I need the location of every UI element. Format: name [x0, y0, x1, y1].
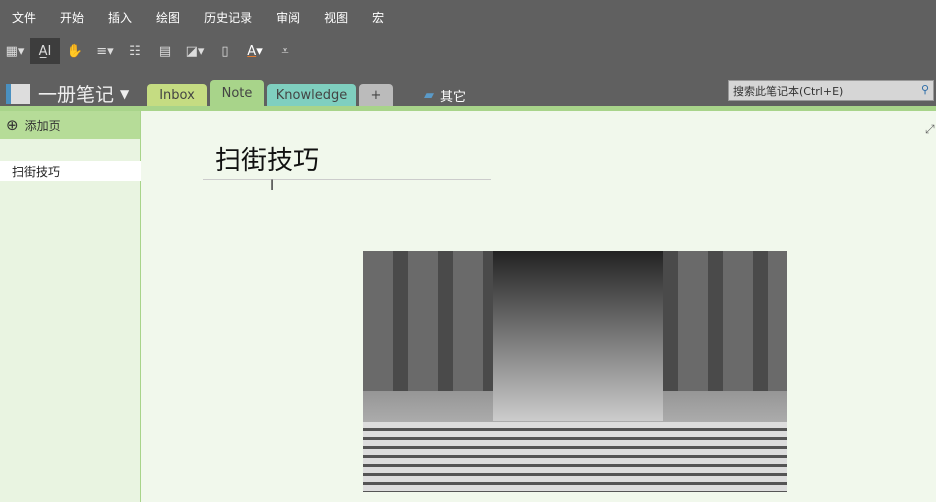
hand-icon[interactable]: ✋: [60, 38, 90, 64]
title-underline: [203, 179, 491, 180]
search-icon[interactable]: ⚲: [921, 83, 929, 98]
document-icon[interactable]: ▯: [210, 38, 240, 64]
page-title[interactable]: 扫街技巧: [215, 140, 319, 177]
toolbar: ▦▾ A̲I ✋ ≡▾ ☷ ▤ ◪▾ ▯ A ▾ ⩡: [0, 38, 300, 64]
other-notebooks[interactable]: ▰ 其它: [415, 84, 475, 106]
street-photo[interactable]: [363, 251, 787, 492]
expand-icon[interactable]: ⤢: [925, 122, 935, 137]
menu-insert[interactable]: 插入: [96, 9, 144, 26]
notebook-selector[interactable]: 一册笔记 ▼: [6, 80, 129, 107]
plus-circle-icon: ⊕: [6, 116, 19, 134]
photo-steps: [363, 422, 787, 492]
menu-draw[interactable]: 绘图: [144, 9, 192, 26]
tab-note[interactable]: Note: [210, 80, 264, 106]
page-list: ⊕ 添加页 扫街技巧: [0, 111, 141, 502]
calendar-icon[interactable]: ▤: [150, 38, 180, 64]
menu-macro[interactable]: 宏: [360, 9, 396, 26]
text-cursor-icon: I: [270, 178, 275, 194]
screen-clip-icon[interactable]: ◪▾: [180, 38, 210, 64]
font-color-icon[interactable]: A ▾: [240, 38, 270, 64]
add-page-button[interactable]: ⊕ 添加页: [0, 111, 140, 139]
tab-knowledge[interactable]: Knowledge: [267, 84, 356, 106]
menu-bar: 文件 开始 插入 绘图 历史记录 审阅 视图 宏: [0, 9, 396, 26]
more-icon[interactable]: ⩡: [270, 38, 300, 64]
table-icon[interactable]: ▦▾: [0, 38, 30, 64]
ribbon: 文件 开始 插入 绘图 历史记录 审阅 视图 宏 ▦▾ A̲I ✋ ≡▾ ☷ ▤…: [0, 0, 936, 106]
select-text-icon[interactable]: A̲I: [30, 38, 60, 64]
chevron-down-icon: ▼: [120, 86, 130, 101]
add-section-button[interactable]: +: [359, 84, 393, 106]
search-input[interactable]: 搜索此笔记本(Ctrl+E) ⚲: [728, 80, 934, 101]
menu-file[interactable]: 文件: [0, 9, 48, 26]
find-tags-icon[interactable]: ☷: [120, 38, 150, 64]
photo-monument: [493, 251, 663, 421]
notebook-name: 一册笔记: [38, 84, 115, 106]
align-icon[interactable]: ≡▾: [90, 38, 120, 64]
page-item[interactable]: 扫街技巧: [0, 161, 141, 181]
menu-view[interactable]: 视图: [312, 9, 360, 26]
menu-home[interactable]: 开始: [48, 9, 96, 26]
tab-inbox[interactable]: Inbox: [147, 84, 207, 106]
menu-review[interactable]: 审阅: [264, 9, 312, 26]
menu-history[interactable]: 历史记录: [192, 9, 264, 26]
notebooks-icon: ▰: [423, 87, 434, 103]
notebook-icon: [6, 83, 30, 104]
